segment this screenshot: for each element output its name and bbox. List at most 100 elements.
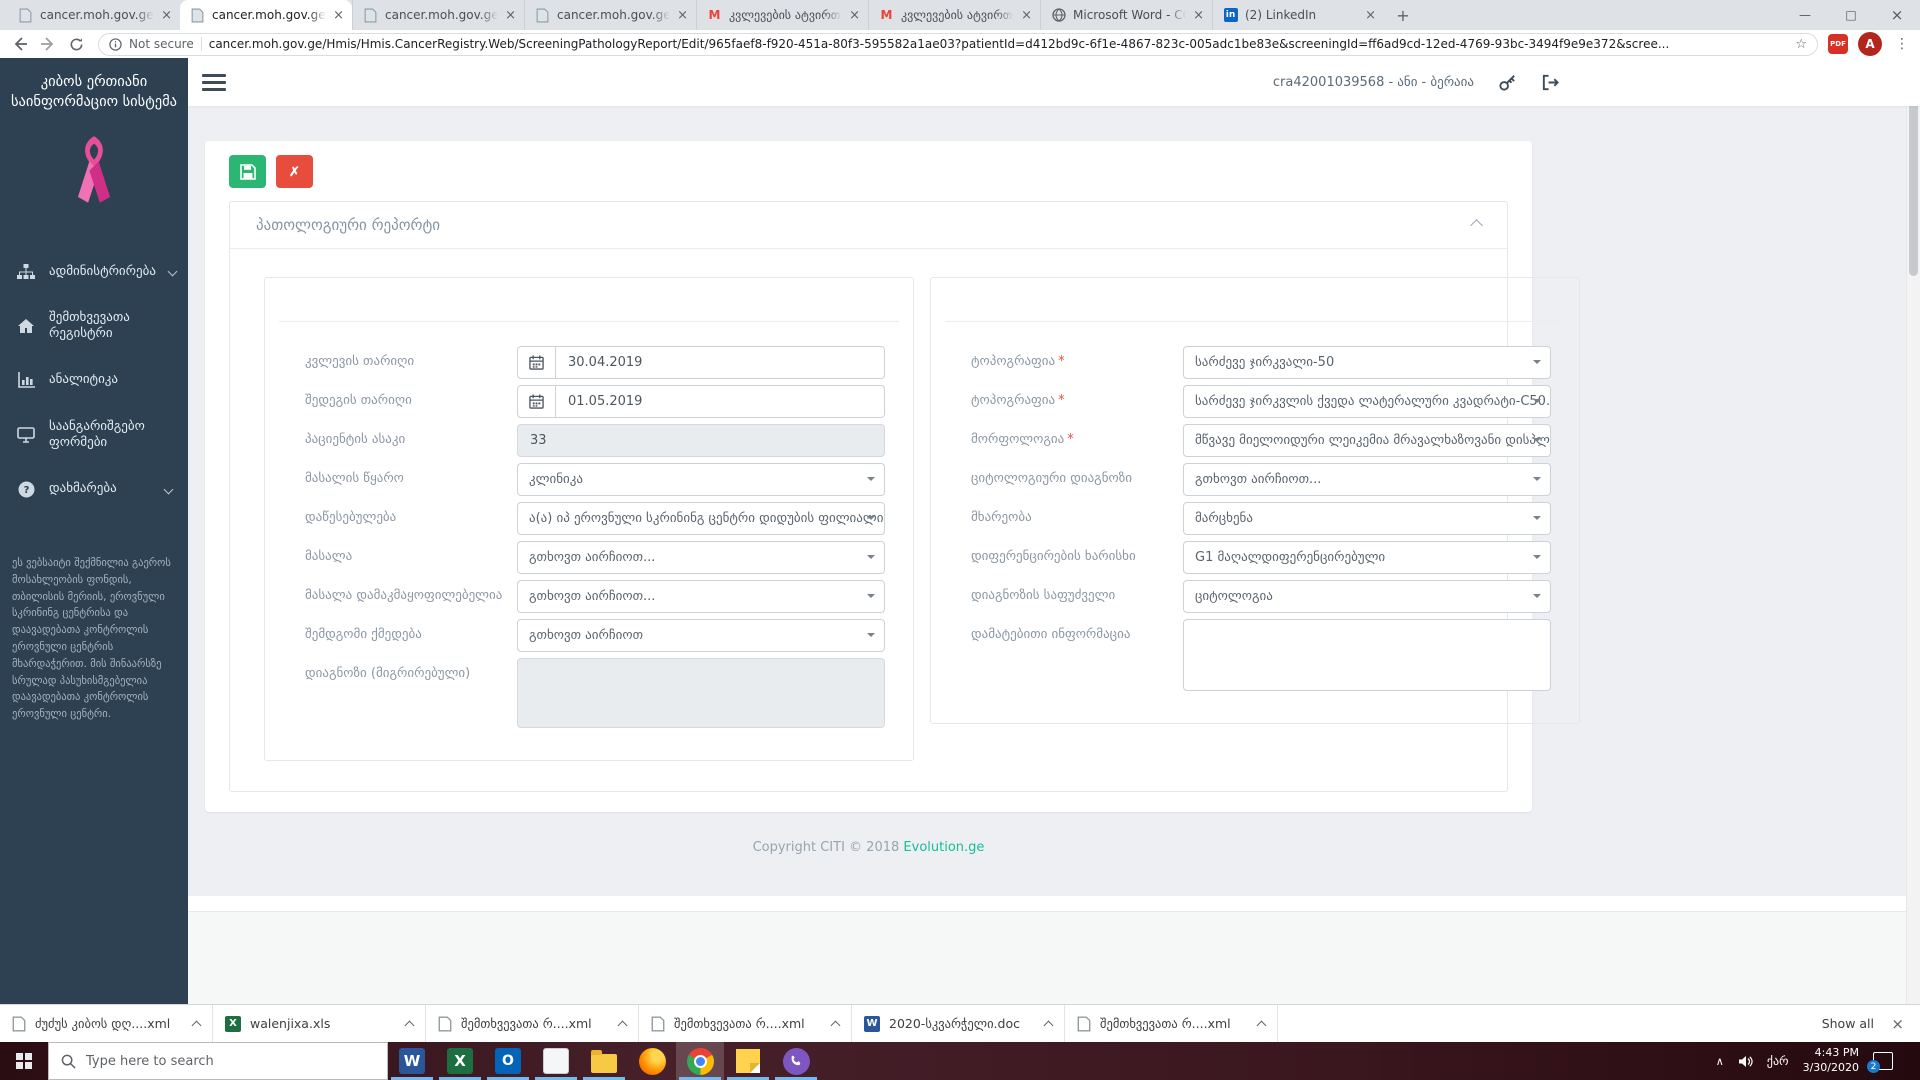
sidebar-item-help[interactable]: ? დახმარება: [0, 466, 188, 513]
maximize-button[interactable]: □: [1828, 0, 1874, 30]
result-date-input[interactable]: 01.05.2019: [517, 385, 885, 418]
browser-tab[interactable]: cancer.moh.gov.ge/Hmis/H ×: [352, 0, 524, 30]
reload-button[interactable]: [64, 32, 88, 56]
calendar-icon[interactable]: [518, 347, 556, 378]
form-row: მორფოლოგია * მწვავე მიელოიდური ლეიკემია მ…: [971, 424, 1551, 457]
sidebar-item-administration[interactable]: ადმინისტრირება: [0, 249, 188, 295]
chevron-up-icon[interactable]: [617, 1020, 628, 1030]
field-label: შემდგომი ქმედება: [305, 627, 422, 643]
download-item[interactable]: შემთხვევათა რ....xml: [426, 1005, 639, 1042]
tray-expand-icon[interactable]: ∧: [1716, 1055, 1724, 1068]
material-satisfactory-select[interactable]: გთხოვთ აირჩიოთ...: [517, 580, 885, 613]
sidebar-item-report-forms[interactable]: საანგარიშგებო ფორმები: [0, 404, 188, 467]
address-bar[interactable]: Not secure cancer.moh.gov.ge/Hmis/Hmis.C…: [98, 32, 1818, 56]
close-tab-icon[interactable]: ×: [677, 9, 688, 22]
new-tab-button[interactable]: +: [1390, 2, 1416, 28]
volume-icon[interactable]: [1738, 1055, 1753, 1068]
close-tab-icon[interactable]: ×: [333, 9, 344, 22]
form-row: დიფერენცირების ხარისხი G1 მაღალდიფერენცი…: [971, 541, 1551, 574]
diagnosis-basis-select[interactable]: ციტოლოგია: [1183, 580, 1551, 613]
taskbar-firefox-icon[interactable]: [628, 1042, 676, 1080]
close-tab-icon[interactable]: ×: [849, 9, 860, 22]
next-action-select[interactable]: გთხოვთ აირჩიოთ: [517, 619, 885, 652]
taskbar-search-box[interactable]: Type here to search: [48, 1042, 388, 1080]
download-item[interactable]: შემთხვევათა რ....xml: [639, 1005, 852, 1042]
pdf-extension-icon[interactable]: PDF: [1828, 34, 1848, 54]
taskbar-outlook-icon[interactable]: O: [484, 1042, 532, 1080]
taskbar-viber-icon[interactable]: [772, 1042, 820, 1080]
cytology-diagnosis-select[interactable]: გთხოვთ აირჩიოთ...: [1183, 463, 1551, 496]
differentiation-grade-select[interactable]: G1 მაღალდიფერენცირებული: [1183, 541, 1551, 574]
profile-avatar[interactable]: A: [1858, 32, 1882, 56]
morphology-select[interactable]: მწვავე მიელოიდური ლეიკემია მრავალხაზოვან…: [1183, 424, 1551, 457]
show-all-downloads-button[interactable]: Show all: [1822, 1005, 1874, 1042]
hamburger-menu-icon[interactable]: [202, 70, 226, 95]
browser-tab[interactable]: cancer.moh.gov.ge/Hmis/H ×: [524, 0, 696, 30]
evolution-link[interactable]: Evolution.ge: [903, 840, 984, 855]
start-button[interactable]: [0, 1042, 48, 1080]
taskbar-sticky-notes-icon[interactable]: [724, 1042, 772, 1080]
taskbar-file-explorer-icon[interactable]: [580, 1042, 628, 1080]
close-window-button[interactable]: ×: [1874, 0, 1920, 30]
chevron-up-icon[interactable]: [830, 1020, 841, 1030]
sidebar-item-analytics[interactable]: ანალიტიკა: [0, 357, 188, 403]
minimize-button[interactable]: —: [1782, 0, 1828, 30]
close-tab-icon[interactable]: ×: [505, 9, 516, 22]
close-tab-icon[interactable]: ×: [1193, 9, 1204, 22]
chevron-up-icon[interactable]: [1043, 1020, 1054, 1030]
close-tab-icon[interactable]: ×: [1021, 9, 1032, 22]
download-item[interactable]: შემთხვევათა რ....xml: [1065, 1005, 1278, 1042]
pathology-report-panel: პათოლოგიური რეპორტი კვლევის თარიღი 30.04…: [229, 201, 1580, 792]
collapse-chevron-icon[interactable]: [1470, 218, 1483, 232]
chevron-up-icon[interactable]: [191, 1020, 202, 1030]
taskbar-chrome-icon[interactable]: [676, 1042, 724, 1080]
cancel-button[interactable]: ✗: [276, 155, 313, 188]
additional-info-textarea[interactable]: [1183, 619, 1551, 691]
forward-button[interactable]: [36, 32, 60, 56]
save-button[interactable]: [229, 155, 266, 188]
study-date-input[interactable]: 30.04.2019: [517, 346, 885, 379]
scrollbar[interactable]: [1906, 58, 1920, 1004]
browser-tab-active[interactable]: cancer.moh.gov.ge/Hmis/H ×: [180, 0, 352, 30]
browser-tab-word-online[interactable]: Microsoft Word - COVID-19 ×: [1040, 0, 1212, 30]
sitemap-icon: [16, 263, 36, 280]
keyboard-language-indicator[interactable]: ქარ: [1767, 1054, 1789, 1068]
material-select[interactable]: გთხოვთ აირჩიოთ...: [517, 541, 885, 574]
file-icon: [651, 1015, 665, 1032]
calendar-icon[interactable]: [518, 386, 556, 417]
close-tab-icon[interactable]: ×: [161, 9, 172, 22]
sidebar-item-case-registry[interactable]: შემთხვევათა რეგისტრი: [0, 295, 188, 358]
field-label: შედეგის თარიღი: [305, 393, 412, 409]
taskbar-notepad-icon[interactable]: [532, 1042, 580, 1080]
download-item[interactable]: ძუძუს კიბოს დღ....xml: [0, 1005, 213, 1042]
chevron-up-icon[interactable]: [404, 1020, 415, 1030]
field-label: ტოპოგრაფია: [971, 354, 1056, 370]
bookmark-star-icon[interactable]: ☆: [1795, 37, 1807, 52]
browser-tab-bar: cancer.moh.gov.ge/Hmis/H × cancer.moh.go…: [0, 0, 1920, 30]
chevron-up-icon[interactable]: [1256, 1020, 1267, 1030]
close-tab-icon[interactable]: ×: [1365, 9, 1376, 22]
page-bottom-strip: [188, 896, 1920, 912]
taskbar-word-icon[interactable]: W: [388, 1042, 436, 1080]
download-item[interactable]: X walenjixa.xls: [213, 1005, 426, 1042]
browser-tab-linkedin[interactable]: in (2) LinkedIn ×: [1212, 0, 1384, 30]
back-button[interactable]: [8, 32, 32, 56]
logout-icon[interactable]: [1541, 73, 1560, 92]
browser-menu-icon[interactable]: ⋮: [1892, 36, 1912, 52]
topography-select[interactable]: სარძევე ჯირკვალი-50: [1183, 346, 1551, 379]
download-item[interactable]: W 2020-სკვარჭელი.doc: [852, 1005, 1065, 1042]
browser-tab[interactable]: cancer.moh.gov.ge/Hmis/H ×: [8, 0, 180, 30]
taskbar-excel-icon[interactable]: X: [436, 1042, 484, 1080]
material-source-select[interactable]: კლინიკა: [517, 463, 885, 496]
topography-detail-select[interactable]: სარძევე ჯირკვლის ქვედა ლატერალური კვადრა…: [1183, 385, 1551, 418]
content-card: ✗ პათოლოგიური რეპორტი კვლევის თარიღი 30.…: [205, 141, 1580, 812]
close-downloads-bar-icon[interactable]: ×: [1891, 1005, 1904, 1042]
key-icon[interactable]: [1498, 73, 1517, 92]
institution-select[interactable]: ა(ა) იპ ეროვნული სკრინინგ ცენტრი დიდუბის…: [517, 502, 885, 535]
browser-tab-gmail[interactable]: M კვლევების ატვირთვის ა ×: [868, 0, 1040, 30]
browser-tab-gmail[interactable]: M კვლევების ატვირთვის ა ×: [696, 0, 868, 30]
action-center-icon[interactable]: 2: [1867, 1052, 1893, 1073]
laterality-select[interactable]: მარცხენა: [1183, 502, 1551, 535]
gmail-icon: M: [880, 8, 893, 22]
clock[interactable]: 4:43 PM 3/30/2020: [1803, 1046, 1859, 1076]
